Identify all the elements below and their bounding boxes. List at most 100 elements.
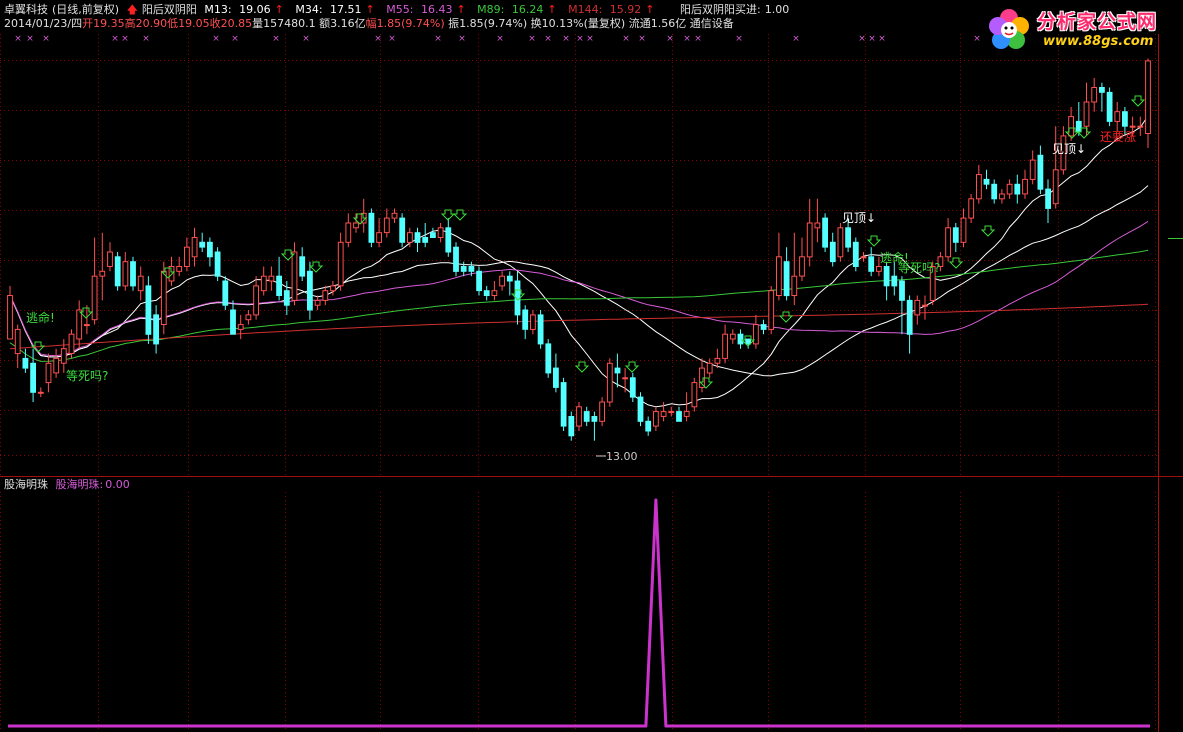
up-candle xyxy=(806,222,813,258)
down-candle xyxy=(453,246,459,272)
down-candle xyxy=(845,227,852,248)
signal-x-mark: × xyxy=(142,34,150,44)
up-candle xyxy=(391,212,398,219)
signal-x-mark: × xyxy=(858,34,866,44)
up-candle xyxy=(722,333,729,359)
down-candle xyxy=(1122,111,1128,127)
up-candle xyxy=(184,246,190,267)
up-candle xyxy=(1083,101,1090,127)
info-high: 高20.90 xyxy=(124,17,168,30)
logo-url: www.88gs.com xyxy=(1043,34,1154,49)
signal-x-mark: × xyxy=(544,34,552,44)
up-candle xyxy=(437,227,444,239)
down-candle xyxy=(1075,120,1082,132)
signal-x-mark: × xyxy=(42,34,50,44)
up-arrow-icon: 🡅 xyxy=(126,3,138,16)
down-candle xyxy=(368,212,375,243)
down-candle xyxy=(553,367,559,388)
up-candle xyxy=(260,275,267,292)
signal-x-mark: × xyxy=(26,34,34,44)
up-candle xyxy=(914,299,921,316)
down-candle xyxy=(230,309,236,335)
info-close: 收20.85 xyxy=(209,17,253,30)
indicator-name: 阳后双阴阳 xyxy=(141,3,197,16)
down-candle xyxy=(276,275,283,297)
ma34-label: M34: 17.51 ↑ xyxy=(295,3,375,16)
site-logo[interactable]: 分析家公式网 www.88gs.com xyxy=(985,4,1177,56)
signal-x-mark: × xyxy=(694,34,702,44)
oscillator-label: 股海明珠: xyxy=(55,478,104,491)
still-rising-label: 还要涨 xyxy=(1100,129,1136,144)
up-candle xyxy=(729,333,736,340)
down-candle xyxy=(906,299,913,335)
up-candle xyxy=(84,324,90,327)
signal-x-mark: × xyxy=(434,34,442,44)
info-volume: 量157480.1 xyxy=(252,17,316,30)
down-candle xyxy=(476,270,483,292)
header-line-1: 卓翼科技 (日线,前复权) 🡅 阳后双阴阳 M13: 19.06 ↑ M34: 17.… xyxy=(4,3,793,17)
up-candle xyxy=(253,285,259,316)
up-candle xyxy=(837,227,844,258)
down-candle xyxy=(460,266,467,272)
down-candle xyxy=(153,314,159,345)
signal-x-mark: × xyxy=(14,34,22,44)
sub-panel-title: 股海明珠 xyxy=(4,478,48,491)
up-candle xyxy=(60,348,67,364)
header-line-2: 2014/01/23/四开19.35高20.90低19.05收20.85量157… xyxy=(4,17,738,31)
up-candle xyxy=(7,295,13,340)
down-candle xyxy=(883,266,890,287)
signal-x-mark: × xyxy=(458,34,466,44)
down-candle xyxy=(645,420,652,432)
down-candle xyxy=(399,217,406,243)
up-candle xyxy=(1022,178,1028,195)
down-candle xyxy=(1014,183,1021,195)
up-candle xyxy=(922,304,928,307)
up-candle xyxy=(1006,183,1013,195)
info-amplitude: 振1.85(9.74%) xyxy=(448,17,528,30)
down-candle xyxy=(783,261,790,297)
up-candle xyxy=(337,241,344,287)
signal-x-mark: × xyxy=(666,34,674,44)
signal-x-mark: × xyxy=(576,34,584,44)
up-candle xyxy=(968,198,975,219)
info-amount: 额3.16亿 xyxy=(319,17,366,30)
signal-x-mark: × xyxy=(586,34,594,44)
up-candle xyxy=(291,251,298,301)
escape-label: 逃命! xyxy=(26,310,55,325)
up-candle xyxy=(353,222,359,229)
up-candle xyxy=(322,290,329,301)
down-candle xyxy=(207,241,213,258)
ma144-label: M144: 15.92 ↑ xyxy=(568,3,655,16)
down-candle xyxy=(829,241,836,263)
up-candle xyxy=(683,411,690,417)
up-candle xyxy=(1052,169,1059,205)
wait-death-label: 等死吗? xyxy=(66,369,108,383)
signal-x-mark: × xyxy=(638,34,646,44)
up-candle xyxy=(706,362,713,374)
info-turnover: 换10.13%(量复权) xyxy=(530,17,626,30)
up-candle xyxy=(1029,159,1036,180)
down-candle xyxy=(468,266,475,272)
up-candle xyxy=(91,275,98,321)
signal-x-mark: × xyxy=(528,34,536,44)
up-candle xyxy=(799,256,805,277)
down-candle xyxy=(430,232,436,238)
down-candle xyxy=(214,251,221,277)
sub-panel-header: 股海明珠 股海明珠: 0.00 xyxy=(4,478,134,492)
up-candle xyxy=(1091,87,1098,103)
signal-x-mark: × xyxy=(496,34,504,44)
low-price-label: 13.00 xyxy=(606,450,638,463)
buy-signal-label: 阳后双阴阳买进: xyxy=(680,3,761,16)
info-change: 幅1.85(9.74%) xyxy=(365,17,445,30)
signal-x-mark: × xyxy=(683,34,691,44)
down-candle xyxy=(522,309,529,330)
down-candle xyxy=(307,270,313,311)
up-candle xyxy=(814,222,821,229)
signal-x-mark: × xyxy=(374,34,382,44)
see-top-label: 见顶↓ xyxy=(1052,142,1086,156)
signal-x-mark: × xyxy=(868,34,876,44)
down-candle xyxy=(537,314,544,345)
up-candle xyxy=(107,251,113,267)
up-candle xyxy=(68,333,75,355)
stock-chart[interactable]: × × × × × × × × × × × × × × × × × × × × × × × × × × × × × × × 逃命!等死吗?逃… xyxy=(0,0,1183,732)
